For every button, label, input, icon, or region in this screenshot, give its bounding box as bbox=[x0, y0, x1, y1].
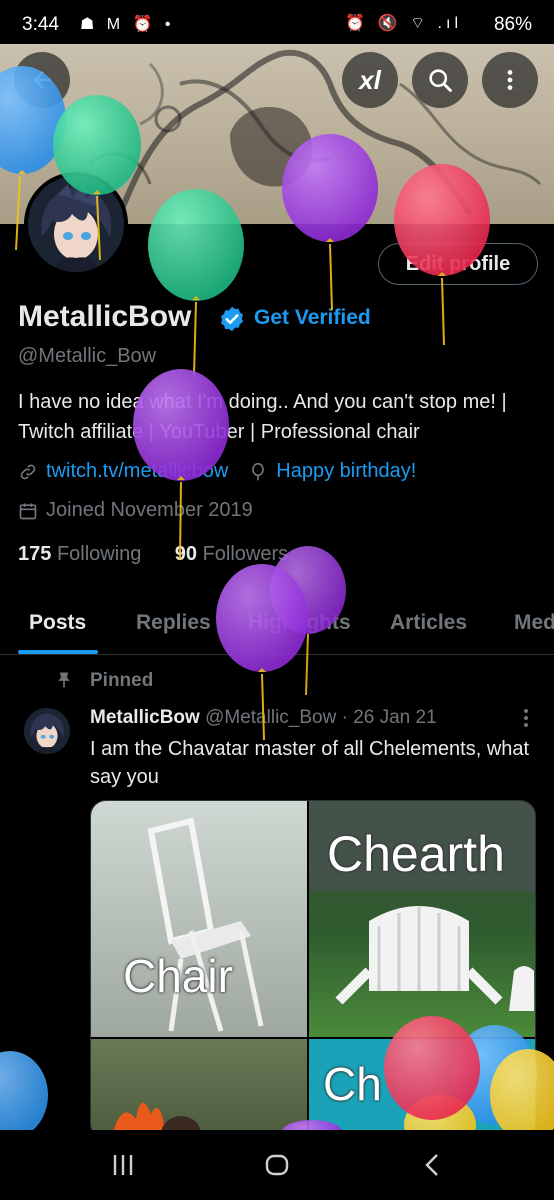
following-label: Following bbox=[56, 543, 142, 565]
birthday-text[interactable]: Happy birthday! bbox=[276, 460, 416, 483]
post-text: I am the Chavatar master of all Chelemen… bbox=[90, 738, 530, 788]
media-label-chearth: Chearth bbox=[327, 826, 505, 882]
status-bar: 3:44 ☗ M ⏰ • ⏰ 🔇 ⌔ .ıl 86% bbox=[0, 0, 554, 44]
followers-label: Followers bbox=[202, 543, 289, 565]
following-link[interactable]: 175 Following bbox=[18, 543, 141, 565]
followers-link[interactable]: 90 Followers bbox=[175, 543, 288, 565]
pin-icon bbox=[58, 672, 70, 688]
profile-handle: @Metallic_Bow bbox=[18, 345, 157, 367]
following-count: 175 bbox=[18, 543, 52, 565]
grok-button[interactable]: xl bbox=[342, 52, 398, 108]
more-vertical-icon bbox=[507, 70, 513, 90]
post-date[interactable]: 26 Jan 21 bbox=[353, 707, 436, 728]
tab-replies[interactable]: Replies bbox=[136, 611, 211, 635]
post-separator: · bbox=[341, 707, 348, 728]
profile-bio: I have no idea what I'm doing.. And you … bbox=[18, 391, 507, 443]
battery-level: 86% bbox=[493, 14, 532, 35]
followers-count: 90 bbox=[174, 543, 198, 565]
post-author-avatar[interactable] bbox=[24, 708, 70, 754]
media-chearth-cell: Chearth bbox=[309, 801, 535, 1037]
tab-highlights[interactable]: Highlights bbox=[248, 611, 351, 635]
recent-apps-button[interactable] bbox=[110, 1152, 136, 1183]
avatar-image bbox=[28, 176, 124, 272]
calendar-icon bbox=[19, 503, 37, 519]
balloon-icon bbox=[252, 462, 265, 480]
post-author-handle[interactable]: @Metallic_Bow bbox=[205, 707, 336, 728]
search-icon bbox=[429, 69, 452, 92]
post-header: MetallicBow @Metallic_Bow · 26 Jan 21 bbox=[90, 707, 437, 729]
back-arrow-icon bbox=[33, 71, 51, 89]
get-verified-link[interactable]: Get Verified bbox=[254, 306, 371, 330]
notification-icons: ☗ M ⏰ • bbox=[80, 16, 175, 33]
system-back-button[interactable] bbox=[420, 1152, 446, 1183]
grok-icon: xl bbox=[359, 64, 381, 95]
verified-badge-icon[interactable] bbox=[218, 305, 246, 333]
post-more-icon[interactable] bbox=[518, 706, 534, 730]
tab-media[interactable]: Media bbox=[514, 611, 554, 635]
status-time: 3:44 bbox=[22, 14, 59, 35]
post-avatar-image bbox=[24, 708, 70, 754]
tab-articles[interactable]: Articles bbox=[390, 611, 467, 635]
follow-stats: 175 Following 90 Followers bbox=[18, 543, 288, 566]
media-fire-cell bbox=[91, 1039, 307, 1139]
edit-profile-button[interactable]: Edit profile bbox=[378, 243, 538, 285]
system-navigation-bar bbox=[0, 1130, 554, 1200]
profile-joined-row: Joined November 2019 bbox=[18, 499, 253, 522]
active-tab-indicator bbox=[18, 650, 98, 654]
website-link[interactable]: twitch.tv/metallicbow bbox=[46, 460, 228, 483]
profile-tabs: Posts Replies Highlights Articles Media bbox=[0, 595, 554, 655]
profile-avatar[interactable] bbox=[24, 172, 128, 276]
media-water-cell: Ch bbox=[309, 1039, 535, 1139]
more-options-button[interactable] bbox=[482, 52, 538, 108]
home-icon bbox=[265, 1154, 289, 1176]
search-button[interactable] bbox=[412, 52, 468, 108]
joined-date: Joined November 2019 bbox=[46, 499, 253, 521]
balloon-blue-bottom-left bbox=[0, 1051, 48, 1139]
media-chair-cell: Chair bbox=[91, 801, 307, 1037]
profile-meta-links: twitch.tv/metallicbow Happy birthday! bbox=[18, 460, 416, 483]
system-status-icons: ⏰ 🔇 ⌔ .ıl bbox=[345, 15, 462, 32]
media-label-chair: Chair bbox=[123, 950, 233, 1002]
media-label-ch: Ch bbox=[323, 1058, 382, 1110]
post-author-name[interactable]: MetallicBow bbox=[90, 707, 200, 728]
home-button[interactable] bbox=[264, 1152, 290, 1183]
recent-apps-icon bbox=[113, 1155, 133, 1175]
pinned-label: Pinned bbox=[90, 670, 154, 691]
fire-chair-picture bbox=[111, 1102, 201, 1139]
back-button[interactable] bbox=[14, 52, 70, 108]
system-back-icon bbox=[425, 1154, 438, 1176]
link-icon bbox=[20, 464, 36, 479]
tab-posts[interactable]: Posts bbox=[29, 611, 86, 635]
post-media-image[interactable]: Chair Chearth Ch bbox=[90, 800, 536, 1140]
profile-display-name: MetallicBow bbox=[18, 300, 192, 333]
